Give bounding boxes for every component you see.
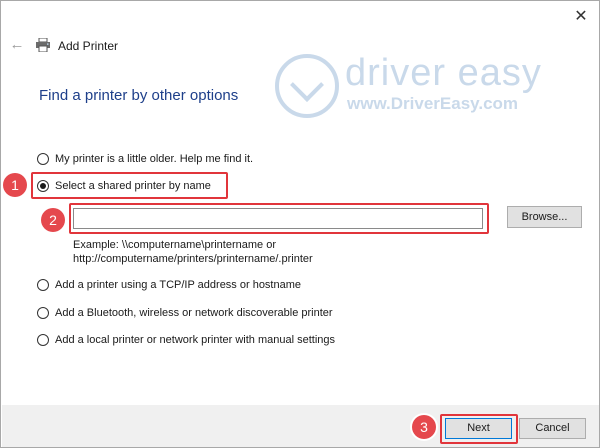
example-line-1: Example: \\computername\printername or [73, 239, 276, 251]
browse-button[interactable]: Browse... [507, 206, 582, 228]
option-label: My printer is a little older. Help me fi… [55, 153, 254, 165]
option-older-printer[interactable]: My printer is a little older. Help me fi… [37, 151, 253, 167]
example-text: Example: \\computername\printername or h… [73, 238, 313, 266]
highlight-name-input [69, 203, 489, 234]
option-label: Add a local printer or network printer w… [55, 334, 336, 346]
radio-tcp-ip[interactable] [37, 279, 49, 291]
radio-bluetooth-wireless[interactable] [37, 307, 49, 319]
driver-easy-logo [275, 54, 339, 118]
watermark-brand: driver easy [345, 52, 542, 94]
option-tcp-ip[interactable]: Add a printer using a TCP/IP address or … [37, 277, 301, 293]
step-badge-1: 1 [3, 173, 27, 197]
page-title: Find a printer by other options [39, 87, 239, 104]
option-label: Add a Bluetooth, wireless or network dis… [55, 307, 333, 319]
option-label: Add a printer using a TCP/IP address or … [55, 279, 302, 291]
cancel-button[interactable]: Cancel [519, 418, 586, 439]
option-local-printer[interactable]: Add a local printer or network printer w… [37, 332, 335, 348]
step-badge-3: 3 [412, 415, 436, 439]
step-badge-2: 2 [41, 208, 65, 232]
back-arrow-icon[interactable]: ← [9, 37, 25, 53]
radio-local-printer[interactable] [37, 334, 49, 346]
radio-older-printer[interactable] [37, 153, 49, 165]
highlight-shared-printer [31, 172, 228, 199]
window-title: Add Printer [58, 39, 119, 53]
watermark: driver easy www.DriverEasy.com [275, 48, 575, 124]
highlight-next-button [440, 414, 518, 444]
example-line-2: http://computername/printers/printername… [73, 253, 313, 265]
watermark-url: www.DriverEasy.com [347, 94, 519, 113]
printer-icon [36, 38, 50, 52]
close-icon[interactable]: ✕ [571, 7, 591, 27]
option-bluetooth-wireless[interactable]: Add a Bluetooth, wireless or network dis… [37, 305, 333, 321]
add-printer-window: ✕ ← Add Printer driver easy www.DriverEa… [0, 0, 600, 448]
